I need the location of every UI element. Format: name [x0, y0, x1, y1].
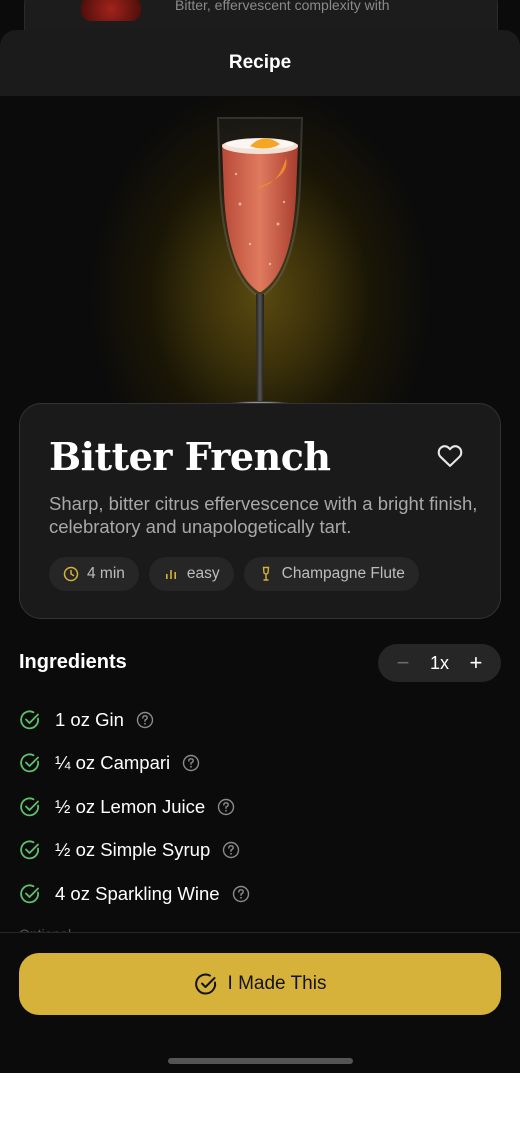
check-circle-icon [194, 973, 216, 995]
help-icon[interactable] [182, 754, 200, 772]
ingredient-label: 4 oz Sparkling Wine [55, 882, 220, 904]
help-icon[interactable] [136, 711, 154, 729]
ingredients-list: 1 oz Gin ¼ oz Campari ½ oz Lemon Juice ½… [19, 698, 499, 916]
ingredient-item[interactable]: 1 oz Gin [19, 698, 499, 742]
recipe-description: Sharp, bitter citrus effervescence with … [49, 493, 478, 537]
chip-difficulty: easy [148, 557, 234, 591]
cocktail-image [214, 117, 306, 419]
increase-servings-button[interactable]: + [467, 652, 485, 674]
servings-value: 1x [429, 652, 449, 673]
decrease-servings-button[interactable]: − [394, 652, 412, 674]
help-icon[interactable] [217, 798, 235, 816]
ingredients-heading: Ingredients [19, 651, 127, 673]
help-icon[interactable] [232, 885, 250, 903]
ingredient-label: ½ oz Lemon Juice [55, 795, 206, 817]
chip-glassware: Champagne Flute [243, 557, 419, 591]
heart-icon[interactable] [436, 442, 464, 470]
check-circle-icon [20, 753, 39, 773]
help-icon[interactable] [222, 841, 240, 859]
chip-glassware-label: Champagne Flute [281, 565, 405, 582]
chip-time: 4 min [49, 557, 139, 591]
ingredient-item[interactable]: ½ oz Lemon Juice [19, 785, 499, 829]
chip-difficulty-label: easy [186, 565, 220, 582]
ingredient-label: ½ oz Simple Syrup [55, 839, 211, 861]
recipe-title: Bitter French [49, 434, 331, 479]
chip-time-label: 4 min [87, 565, 125, 582]
made-this-label: I Made This [227, 973, 327, 994]
sheet-header: Recipe [0, 30, 520, 96]
made-this-button[interactable]: I Made This [19, 953, 501, 1015]
recipe-meta-chips: 4 min easy Champagne Flute [49, 557, 419, 591]
recipe-info-card: Bitter French Sharp, bitter citrus effer… [19, 403, 501, 619]
ingredient-item[interactable]: 4 oz Sparkling Wine [19, 872, 499, 916]
background-card-text: Bitter, effervescent complexity with [175, 0, 390, 13]
check-circle-icon [20, 710, 39, 729]
ingredient-label: ¼ oz Campari [55, 752, 171, 774]
check-circle-icon [20, 797, 39, 816]
clock-icon [63, 566, 79, 582]
ingredient-item[interactable]: ½ oz Simple Syrup [19, 829, 499, 873]
app-screen: Bitter, effervescent complexity with Rec… [0, 0, 520, 1073]
champagne-glass-icon [262, 566, 269, 581]
bars-icon [165, 570, 176, 579]
home-indicator[interactable] [168, 1058, 353, 1064]
header-title: Recipe [228, 52, 292, 73]
servings-stepper: − 1x + [378, 644, 501, 682]
check-circle-icon [20, 884, 39, 903]
ingredient-item[interactable]: ¼ oz Campari [19, 742, 499, 786]
background-card-thumbnail [81, 0, 141, 21]
recipe-sheet: Recipe Bitter French Sharp, bitter citru… [0, 30, 520, 1073]
check-circle-icon [20, 840, 39, 860]
ingredient-label: 1 oz Gin [55, 708, 124, 730]
